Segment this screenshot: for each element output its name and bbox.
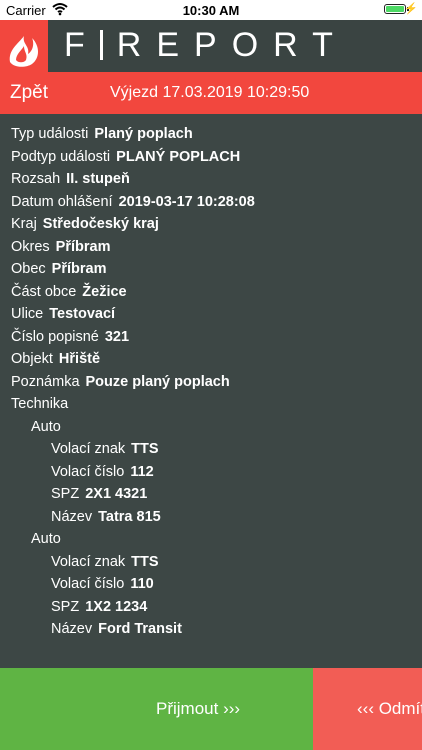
vehicle-detail-row: Název Ford Transit — [51, 621, 182, 637]
detail-value: 2019-03-17 10:28:08 — [118, 193, 255, 210]
detail-label: Objekt — [11, 351, 53, 367]
detail-value: 1X2 1234 — [85, 598, 148, 615]
detail-value: 2X1 4321 — [85, 486, 148, 502]
detail-label: Poznámka — [11, 373, 80, 390]
decline-button[interactable]: ‹‹‹ Odmítnout — [313, 668, 422, 750]
detail-label: Volací znak — [51, 441, 126, 457]
logo-separator — [99, 30, 103, 60]
vehicle-heading: Auto — [31, 531, 61, 547]
detail-row: Ulice Testovací — [11, 306, 115, 322]
detail-label: Část obce — [11, 283, 77, 300]
detail-value: TTS — [131, 441, 159, 457]
detail-value: Pouze planý poplach — [85, 373, 230, 390]
detail-value: Příbram — [55, 238, 111, 255]
detail-label: Volací číslo — [51, 576, 125, 592]
detail-label: Kraj — [11, 216, 37, 232]
app-header: F REPORT — [0, 20, 422, 72]
detail-value: 112 — [130, 463, 154, 480]
logo-right-text: REPORT — [116, 26, 348, 64]
detail-label: Číslo popisné — [11, 328, 99, 345]
detail-value: Hřiště — [58, 351, 101, 367]
vehicle-detail-row: SPZ 1X2 1234 — [51, 599, 147, 615]
detail-row: Číslo popisné 321 — [11, 329, 129, 345]
section-label-technika: Technika — [11, 396, 69, 412]
detail-label: Volací číslo — [51, 463, 125, 480]
detail-row: Část obce Žežice — [11, 284, 127, 300]
nav-bar: Zpět Výjezd 17.03.2019 10:29:50 — [0, 72, 422, 114]
vehicle-detail-row: Název Tatra 815 — [51, 509, 161, 525]
detail-value: Tatra 815 — [98, 508, 161, 525]
detail-value: Středočeský kraj — [42, 216, 159, 232]
clock: 10:30 AM — [182, 3, 240, 18]
detail-label: Obec — [11, 261, 46, 277]
detail-row: Poznámka Pouze planý poplach — [11, 374, 230, 390]
accept-label: Přijmout ››› — [156, 699, 241, 718]
app-logo: F REPORT — [64, 26, 348, 65]
detail-label: Typ události — [11, 126, 89, 142]
detail-row: Rozsah II. stupeň — [11, 171, 130, 187]
detail-value: Žežice — [82, 283, 127, 300]
detail-row: Okres Příbram — [11, 239, 110, 255]
detail-row: Technika — [11, 396, 68, 412]
logo-left-text: F — [64, 26, 100, 64]
charging-icon: ⚡ — [404, 3, 418, 15]
detail-value: 321 — [104, 328, 130, 345]
detail-label: SPZ — [51, 486, 80, 502]
action-bar: Přijmout ››› ‹‹‹ Odmítnout — [0, 668, 422, 750]
detail-row: Typ události Planý poplach — [11, 126, 193, 142]
detail-value: Planý poplach — [94, 126, 193, 142]
detail-value: Testovací — [49, 306, 116, 322]
detail-label: Podtyp události — [11, 148, 111, 165]
vehicle-detail-row: Volací číslo 112 — [51, 464, 154, 480]
vehicle-detail-row: Volací číslo 110 — [51, 576, 154, 592]
detail-label: Okres — [11, 238, 50, 255]
detail-value: TTS — [131, 553, 159, 570]
status-bar: Carrier 10:30 AM ⚡ — [0, 0, 422, 20]
accept-button[interactable]: Přijmout ››› — [0, 668, 313, 750]
page-title: Výjezd 17.03.2019 10:29:50 — [110, 84, 310, 101]
vehicle-detail-row: Volací znak TTS — [51, 554, 159, 570]
detail-row: Obec Příbram — [11, 261, 106, 277]
detail-row: Datum ohlášení 2019-03-17 10:28:08 — [11, 194, 255, 210]
detail-row: Kraj Středočeský kraj — [11, 216, 159, 232]
vehicle-detail-row: Volací znak TTS — [51, 441, 159, 457]
detail-row: Podtyp události PLANÝ POPLACH — [11, 149, 240, 165]
flame-logo-icon — [0, 20, 48, 72]
decline-label: ‹‹‹ Odmítnout — [357, 699, 422, 718]
detail-value: Příbram — [51, 261, 107, 277]
detail-label: Název — [51, 508, 93, 525]
detail-label: Rozsah — [11, 171, 61, 187]
detail-value: PLANÝ POPLACH — [116, 148, 241, 165]
detail-row: Objekt Hřiště — [11, 351, 100, 367]
detail-label: SPZ — [51, 598, 80, 615]
vehicle-heading: Auto — [31, 418, 61, 435]
detail-value: 110 — [130, 576, 154, 592]
back-button[interactable]: Zpět — [10, 82, 48, 104]
vehicle-detail-row: SPZ 2X1 4321 — [51, 486, 147, 502]
detail-label: Datum ohlášení — [11, 193, 113, 210]
detail-label: Název — [51, 621, 93, 637]
battery-icon — [384, 4, 406, 14]
detail-label: Ulice — [11, 306, 44, 322]
detail-value: II. stupeň — [66, 171, 130, 187]
detail-value: Ford Transit — [98, 621, 182, 637]
detail-label: Volací znak — [51, 553, 126, 570]
